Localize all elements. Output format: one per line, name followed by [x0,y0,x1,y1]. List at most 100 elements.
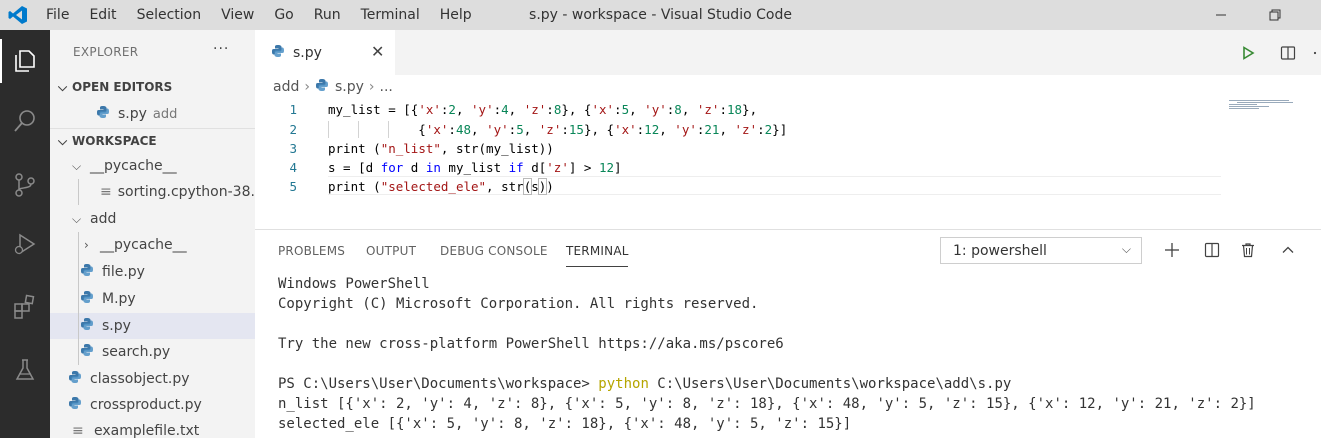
tab-output[interactable]: OUTPUT [366,244,416,258]
tree-item-search-py[interactable]: search.py [50,339,255,365]
code-editor[interactable]: 1 my_list = [{'x':2, 'y':4, 'z':8}, {'x'… [255,99,1321,229]
terminal-line: selected_ele [{'x': 5, 'y': 8, 'z': 18},… [278,416,852,432]
tree-item-add-pycache[interactable]: › __pycache__ [50,232,255,258]
tab-terminal[interactable]: TERMINAL [566,244,629,258]
tab-label: s.py [293,44,322,61]
more-actions-icon[interactable] [1309,42,1321,64]
tree-item-file-py[interactable]: file.py [50,259,255,285]
open-editors-label: OPEN EDITORS [72,80,173,94]
chevron-down-icon: ⌵ [58,79,68,94]
menu-help[interactable]: Help [430,0,482,30]
terminal-prompt: PS C:\Users\User\Documents\workspace> [278,376,599,392]
tree-item-s-py[interactable]: s.py [50,313,255,339]
run-python-file-icon[interactable] [1237,42,1259,64]
breadcrumb-symbol[interactable]: ... [380,79,393,95]
line-number: 1 [289,102,297,117]
menu-edit[interactable]: Edit [79,0,126,30]
open-editor-item[interactable]: s.py add [50,101,255,127]
code-text: s = [d for d in my_list if d['z'] > 12] [328,160,622,175]
terminal-select-value: 1: powershell [953,242,1047,259]
menu-view[interactable]: View [211,0,264,30]
explorer-icon[interactable] [0,37,50,85]
python-file-icon [80,290,96,308]
chevron-down-icon: ⌵ [1121,242,1131,256]
tree-item-add-folder[interactable]: ⌵ add [50,206,255,232]
source-control-icon[interactable] [0,161,50,209]
menu-run[interactable]: Run [304,0,351,30]
tree-item-label: search.py [102,344,171,360]
active-tab-underline [566,266,628,267]
python-file-icon [68,370,84,388]
terminal-command-arg: C:\Users\User\Documents\workspace\add\s.… [648,376,1012,392]
tree-item-m-py[interactable]: M.py [50,286,255,312]
tab-s-py[interactable]: s.py ✕ [255,30,395,75]
chevron-right-icon: › [304,79,310,95]
extensions-icon[interactable] [0,283,50,331]
terminal-line: Windows PowerShell [278,276,430,292]
testing-icon[interactable] [0,346,50,394]
tree-item-label: add [90,211,117,227]
terminal-select[interactable]: 1: powershell ⌵ [940,237,1142,264]
chevron-right-icon: › [368,79,375,95]
new-terminal-icon[interactable] [1161,239,1183,261]
search-icon[interactable] [0,97,50,145]
breadcrumb-file[interactable]: s.py [335,79,364,95]
maximize-panel-icon[interactable] [1277,239,1299,261]
menu-terminal[interactable]: Terminal [351,0,430,30]
tab-problems[interactable]: PROBLEMS [278,244,345,258]
line-number: 2 [289,122,297,137]
section-divider [50,128,255,129]
tree-item-examplefile-txt[interactable]: ≡ examplefile.txt [50,418,255,438]
chevron-down-icon: ⌵ [72,158,82,173]
more-actions-icon[interactable]: ··· [213,41,229,57]
python-file-icon [80,317,96,335]
code-text: {'x':48, 'y':5, 'z':15}, {'x':12, 'y':21… [328,122,788,137]
file-lines-icon: ≡ [72,423,84,438]
restore-icon[interactable] [1252,0,1298,30]
code-text: print ("selected_ele", str(s)) [328,178,554,195]
close-icon[interactable]: ✕ [371,42,384,61]
terminal-line: Try the new cross-platform PowerShell ht… [278,336,784,352]
tree-item-pycache[interactable]: ⌵ __pycache__ [50,153,255,179]
python-file-icon [80,343,96,361]
tree-item-label: examplefile.txt [94,423,200,438]
explorer-title: EXPLORER [73,45,139,59]
split-editor-icon[interactable] [1277,42,1299,64]
tree-item-label: crossproduct.py [90,397,202,413]
tree-item-sorting-cache[interactable]: ≡ sorting.cpython-38.... [50,179,255,205]
terminal-line: n_list [{'x': 2, 'y': 4, 'z': 8}, {'x': … [278,396,1256,412]
chevron-down-icon: ⌵ [72,211,82,226]
minimize-icon[interactable] [1198,0,1244,30]
split-terminal-icon[interactable] [1201,239,1223,261]
code-line: 5 print ("selected_ele", str(s)) [255,177,1321,196]
code-line: 4 s = [d for d in my_list if d['z'] > 12… [255,158,1321,177]
menu-file[interactable]: File [36,0,79,30]
line-number: 3 [289,141,297,156]
breadcrumb-folder[interactable]: add [273,79,299,95]
chevron-down-icon: ⌵ [58,133,68,148]
explorer-sidebar: EXPLORER ··· ⌵ OPEN EDITORS s.py add ⌵ W… [50,30,255,438]
tree-item-classobject-py[interactable]: classobject.py [50,366,255,392]
tree-item-label: __pycache__ [90,158,177,174]
code-text: print ("n_list", str(my_list)) [328,141,554,156]
tree-item-crossproduct-py[interactable]: crossproduct.py [50,392,255,418]
tree-item-label: file.py [102,264,145,280]
line-number: 5 [289,179,297,194]
editor-tab-bar: s.py ✕ [255,30,1321,75]
terminal-command-line: PS C:\Users\User\Documents\workspace> py… [278,374,1256,394]
tab-debug-console[interactable]: DEBUG CONSOLE [440,244,548,258]
code-line: 3 print ("n_list", str(my_list)) [255,139,1321,158]
tree-item-label: classobject.py [90,371,190,387]
trash-icon[interactable] [1237,239,1259,261]
run-debug-icon[interactable] [0,220,50,268]
menu-selection[interactable]: Selection [127,0,212,30]
open-editors-header[interactable]: ⌵ OPEN EDITORS [50,76,255,98]
menu-go[interactable]: Go [264,0,303,30]
title-bar: File Edit Selection View Go Run Terminal… [0,0,1321,30]
tree-item-label: __pycache__ [100,237,187,253]
workspace-header[interactable]: ⌵ WORKSPACE [50,130,255,152]
terminal-output[interactable]: Windows PowerShell Copyright (C) Microsof… [278,274,1256,434]
tree-item-label: sorting.cpython-38.... [117,184,255,200]
